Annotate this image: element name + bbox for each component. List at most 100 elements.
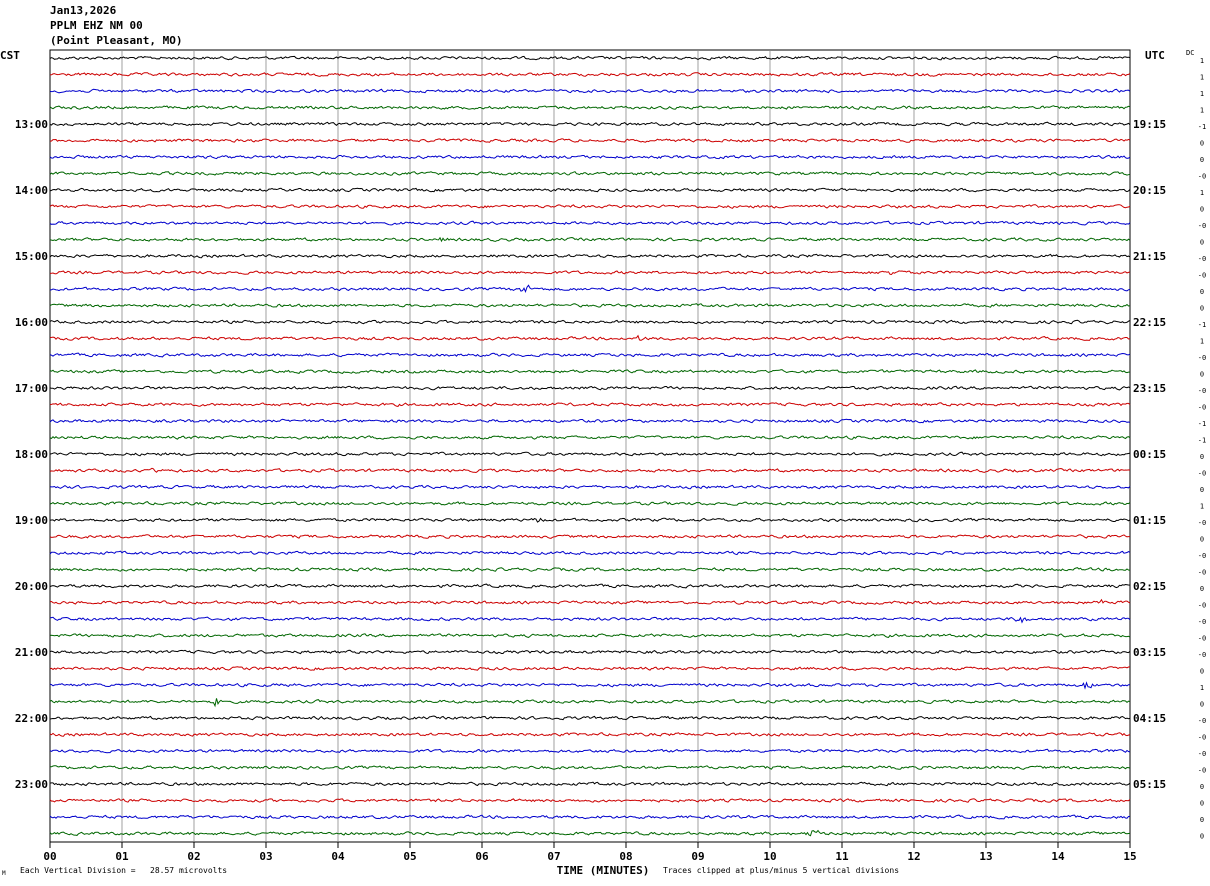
trace-line bbox=[49, 633, 1131, 638]
right-hour-label: 21:15 bbox=[1133, 250, 1166, 263]
dc-offset-label: 0 bbox=[1200, 288, 1204, 296]
trace-line bbox=[49, 484, 1131, 490]
dc-header: DC bbox=[1186, 49, 1195, 57]
x-tick-label: 05 bbox=[403, 850, 416, 863]
dc-offset-label: -0 bbox=[1198, 404, 1206, 412]
right-hour-label: 04:15 bbox=[1133, 712, 1166, 725]
dc-offset-label: -1 bbox=[1198, 321, 1206, 329]
dc-offset-label: 0 bbox=[1200, 783, 1204, 791]
dc-offset-label: 1 bbox=[1200, 684, 1204, 692]
trace-line bbox=[49, 187, 1131, 193]
dc-offset-label: 0 bbox=[1200, 239, 1204, 247]
trace-line bbox=[49, 748, 1131, 754]
trace-line bbox=[49, 138, 1131, 143]
dc-offset-label: 0 bbox=[1200, 536, 1204, 544]
left-hour-label: 19:00 bbox=[15, 514, 48, 527]
trace-line bbox=[49, 501, 1131, 506]
left-hour-label: 18:00 bbox=[15, 448, 48, 461]
left-hour-label: 20:00 bbox=[15, 580, 48, 593]
right-hour-label: 02:15 bbox=[1133, 580, 1166, 593]
trace-line bbox=[49, 88, 1131, 94]
trace-line bbox=[49, 418, 1131, 424]
dc-offset-label: -0 bbox=[1198, 470, 1206, 478]
x-tick-label: 12 bbox=[907, 850, 920, 863]
trace-line bbox=[49, 55, 1131, 61]
plot-date: Jan13,2026 bbox=[50, 4, 117, 17]
x-tick-label: 09 bbox=[691, 850, 704, 863]
trace-line bbox=[49, 270, 1131, 276]
x-tick-label: 02 bbox=[187, 850, 200, 863]
x-tick-label: 04 bbox=[331, 850, 345, 863]
trace-line bbox=[49, 121, 1131, 127]
minute-grid bbox=[49, 49, 1131, 843]
trace-line bbox=[49, 616, 1131, 624]
trace-line bbox=[49, 236, 1131, 243]
dc-offset-label: -0 bbox=[1198, 387, 1206, 395]
trace-line bbox=[49, 204, 1131, 209]
left-hour-label: 21:00 bbox=[15, 646, 48, 659]
x-tick-label: 03 bbox=[259, 850, 272, 863]
trace-line bbox=[49, 765, 1131, 770]
left-hour-label: 14:00 bbox=[15, 184, 48, 197]
dc-offset-label: -0 bbox=[1198, 354, 1206, 362]
trace-line bbox=[49, 385, 1131, 391]
trace-line bbox=[49, 284, 1131, 293]
trace-line bbox=[49, 698, 1131, 708]
dc-offset-label: 0 bbox=[1200, 833, 1204, 841]
dc-offset-label: 1 bbox=[1200, 57, 1204, 65]
trace-line bbox=[49, 72, 1131, 77]
seismogram-plot: 1111-100-010-00-0-000-11-00-0-0-1-10-001… bbox=[15, 49, 1206, 877]
dc-offset-label: 0 bbox=[1200, 371, 1204, 379]
x-tick-label: 00 bbox=[43, 850, 56, 863]
dc-offset-label: 0 bbox=[1200, 668, 1204, 676]
dc-offset-label: 1 bbox=[1200, 189, 1204, 197]
dc-offset-label: 0 bbox=[1200, 206, 1204, 214]
x-tick-label: 13 bbox=[979, 850, 992, 863]
dc-offset-label: 1 bbox=[1200, 90, 1204, 98]
trace-line bbox=[49, 583, 1131, 589]
dc-offset-label: -0 bbox=[1198, 222, 1206, 230]
dc-offset-label: -0 bbox=[1198, 569, 1206, 577]
right-hour-label: 00:15 bbox=[1133, 448, 1166, 461]
station-location: (Point Pleasant, MO) bbox=[50, 34, 183, 47]
left-timezone: CST bbox=[0, 49, 20, 62]
left-hour-label: 16:00 bbox=[15, 316, 48, 329]
trace-line bbox=[49, 649, 1131, 655]
left-hour-label: 13:00 bbox=[15, 118, 48, 131]
dc-offset-label: 0 bbox=[1200, 140, 1204, 148]
dc-offset-label: -0 bbox=[1198, 272, 1206, 280]
right-hour-label: 05:15 bbox=[1133, 778, 1166, 791]
trace-line bbox=[49, 517, 1131, 523]
dc-offset-label: -1 bbox=[1198, 420, 1206, 428]
trace-line bbox=[49, 303, 1131, 308]
trace-line bbox=[49, 319, 1131, 325]
dc-offset-label: -1 bbox=[1198, 123, 1206, 131]
dc-offset-label: -0 bbox=[1198, 552, 1206, 560]
right-hour-label: 01:15 bbox=[1133, 514, 1166, 527]
right-hour-label: 23:15 bbox=[1133, 382, 1166, 395]
left-hour-label: 15:00 bbox=[15, 250, 48, 263]
dc-offset-label: 0 bbox=[1200, 453, 1204, 461]
dc-offset-label: 0 bbox=[1200, 585, 1204, 593]
trace-line bbox=[49, 467, 1131, 474]
dc-offset-label: -0 bbox=[1198, 734, 1206, 742]
right-hour-label: 19:15 bbox=[1133, 118, 1166, 131]
trace-line bbox=[49, 402, 1131, 407]
dc-offset-label: -0 bbox=[1198, 255, 1206, 263]
x-tick-label: 15 bbox=[1123, 850, 1136, 863]
trace-line bbox=[49, 715, 1131, 721]
trace-line bbox=[49, 598, 1131, 605]
trace-line bbox=[49, 681, 1130, 690]
plot-frame bbox=[49, 49, 1131, 843]
dc-offset-label: -0 bbox=[1198, 767, 1206, 775]
dc-offset-label: -0 bbox=[1198, 519, 1206, 527]
station-id: PPLM EHZ NM 00 bbox=[50, 19, 143, 32]
trace-line bbox=[49, 154, 1131, 160]
trace-line bbox=[49, 171, 1131, 176]
trace-line bbox=[49, 781, 1131, 787]
trace-line bbox=[49, 220, 1131, 226]
trace-line bbox=[49, 666, 1131, 671]
trace-group: 1111-100-010-00-0-000-11-00-0-0-1-10-001… bbox=[49, 55, 1206, 841]
dc-offset-label: -0 bbox=[1198, 750, 1206, 758]
trace-line bbox=[49, 369, 1131, 374]
